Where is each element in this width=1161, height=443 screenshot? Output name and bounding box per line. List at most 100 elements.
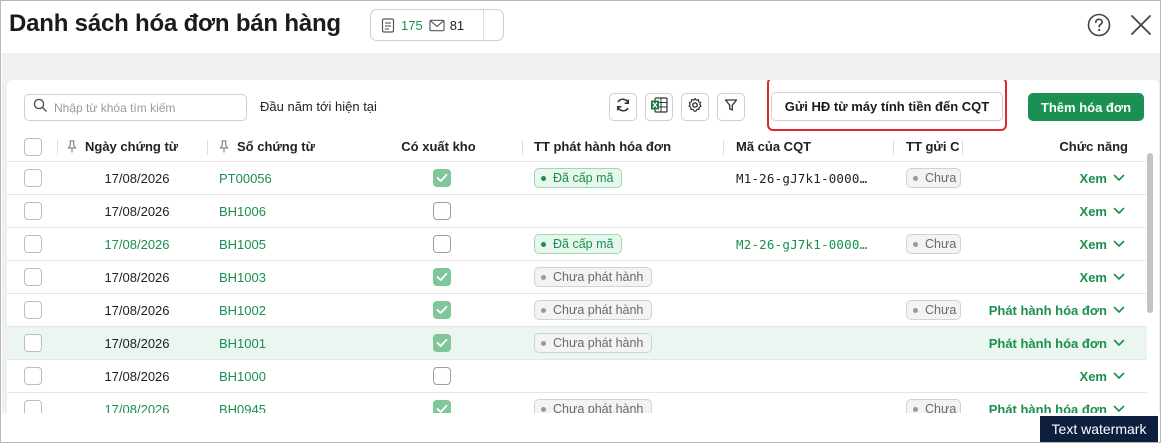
cell-number[interactable]: BH1002 (219, 294, 266, 326)
row-checkbox[interactable] (24, 400, 42, 413)
scrollbar-thumb[interactable] (1147, 153, 1153, 313)
cell-export (367, 327, 517, 359)
pin-icon[interactable] (67, 140, 77, 153)
cell-date: 17/08/2026 (104, 170, 170, 186)
row-action-link[interactable]: Xem (967, 228, 1107, 260)
cell-date: 17/08/2026 (104, 236, 170, 252)
invoice-counter[interactable]: 175 81 (370, 9, 504, 41)
period-filter[interactable]: Đầu năm tới hiện tại (260, 99, 377, 114)
row-action-link[interactable]: Phát hành hóa đơn (967, 327, 1107, 359)
cell-send-status: Chưa (906, 393, 962, 413)
chevron-down-icon[interactable] (1113, 228, 1125, 260)
cell-number[interactable]: BH1001 (219, 327, 266, 359)
excel-export-button[interactable] (645, 93, 673, 121)
chevron-down-icon[interactable] (1113, 162, 1125, 194)
table-row[interactable]: 17/08/2026 BH1000 Xem (7, 360, 1147, 393)
row-checkbox-cell[interactable] (24, 261, 42, 293)
refresh-button[interactable] (609, 93, 637, 121)
row-checkbox-cell[interactable] (24, 294, 42, 326)
column-divider (207, 140, 208, 155)
help-icon[interactable] (1087, 13, 1111, 37)
row-checkbox[interactable] (24, 367, 42, 385)
export-unchecked-checkbox (433, 235, 451, 253)
cell-export (367, 360, 517, 392)
column-header-tax-code[interactable]: Mã của CQT (736, 132, 811, 161)
select-all-checkbox[interactable] (24, 137, 42, 156)
row-checkbox-cell[interactable] (24, 393, 42, 413)
chevron-down-icon[interactable] (1113, 327, 1125, 359)
status-dot (541, 274, 546, 280)
invoice-list-window: Danh sách hóa đơn bán hàng 175 81 Đầu nă… (0, 0, 1161, 443)
cell-date: 17/08/2026 (104, 203, 170, 219)
cell-tax-code: M2-26-gJ7k1-0000… (736, 236, 868, 252)
row-action-link[interactable]: Phát hành hóa đơn (967, 393, 1107, 414)
close-icon[interactable] (1128, 12, 1154, 38)
status-text: Chưa phát hành (553, 270, 644, 284)
row-action-link[interactable]: Xem (967, 261, 1107, 293)
send-status-text: Chưa (925, 303, 957, 317)
pin-icon[interactable] (219, 140, 229, 153)
send-status-badge: Chưa (906, 168, 962, 188)
cell-status: Đã cấp mã (534, 228, 623, 260)
row-checkbox[interactable] (24, 334, 42, 352)
table-row[interactable]: 17/08/2026 BH1006 Xem (7, 195, 1147, 228)
table-row[interactable]: 17/08/2026 BH1002 Chưa phát hành Chưa Phát h… (7, 294, 1147, 327)
row-checkbox-cell[interactable] (24, 360, 42, 392)
row-checkbox-cell[interactable] (24, 195, 42, 227)
row-action-link[interactable]: Phát hành hóa đơn (967, 294, 1107, 326)
cell-number[interactable]: BH1005 (219, 228, 266, 260)
cell-send-status: Chưa (906, 294, 962, 326)
cell-export (367, 195, 517, 227)
column-header-status[interactable]: TT phát hành hóa đơn (534, 132, 671, 161)
column-header-number[interactable]: Số chứng từ (219, 132, 315, 161)
search-input[interactable] (54, 100, 234, 115)
column-header-date[interactable]: Ngày chứng từ (67, 132, 178, 161)
row-action-link[interactable]: Xem (967, 195, 1107, 227)
status-text: Chưa phát hành (553, 402, 644, 413)
status-badge: Chưa phát hành (534, 399, 653, 413)
cell-number[interactable]: PT00056 (219, 162, 272, 194)
row-checkbox-cell[interactable] (24, 228, 42, 260)
cell-export (367, 393, 517, 413)
search-box[interactable] (24, 94, 247, 121)
table-row[interactable]: 17/08/2026 BH1003 Chưa phát hành Xem (7, 261, 1147, 294)
cell-number[interactable]: BH1000 (219, 360, 266, 392)
row-action-link[interactable]: Xem (967, 360, 1107, 392)
cell-number[interactable]: BH1003 (219, 261, 266, 293)
table-row[interactable]: 17/08/2026 BH1005 Đã cấp mã M2-26-gJ7k1-000… (7, 228, 1147, 261)
counter-divider (483, 10, 503, 40)
column-header-send-status[interactable]: TT gửi C (906, 132, 962, 161)
row-checkbox[interactable] (24, 169, 42, 187)
cell-export (367, 162, 517, 194)
cell-number[interactable]: BH0945 (219, 393, 266, 414)
filter-button[interactable] (717, 93, 745, 121)
chevron-down-icon[interactable] (1113, 360, 1125, 392)
chevron-down-icon[interactable] (1113, 261, 1125, 293)
add-invoice-button[interactable]: Thêm hóa đơn (1028, 93, 1144, 121)
row-action-link[interactable]: Xem (967, 162, 1107, 194)
chevron-down-icon[interactable] (1113, 393, 1125, 413)
row-checkbox[interactable] (24, 202, 42, 220)
column-header-actions: Chức năng (1059, 139, 1128, 154)
chevron-down-icon[interactable] (1113, 294, 1125, 326)
export-unchecked-checkbox (433, 202, 451, 220)
cell-date: 17/08/2026 (104, 302, 170, 318)
row-checkbox[interactable] (24, 235, 42, 253)
row-checkbox[interactable] (24, 268, 42, 286)
table-row[interactable]: 17/08/2026 PT00056 Đã cấp mã M1-26-gJ7k1-00… (7, 162, 1147, 195)
status-badge: Đã cấp mã (534, 168, 623, 188)
row-checkbox-cell[interactable] (24, 327, 42, 359)
chevron-down-icon[interactable] (1113, 195, 1125, 227)
table-row[interactable]: 17/08/2026 BH0945 Chưa phát hành Chưa Phát h… (7, 393, 1147, 413)
cell-date: 17/08/2026 (104, 401, 170, 414)
table-row[interactable]: 17/08/2026 BH1001 Chưa phát hành Phát hành … (7, 327, 1147, 360)
select-all-checkbox-cell[interactable] (24, 132, 42, 161)
row-checkbox[interactable] (24, 301, 42, 319)
column-header-export[interactable]: Có xuất kho (367, 132, 510, 161)
cell-number[interactable]: BH1006 (219, 195, 266, 227)
row-checkbox-cell[interactable] (24, 162, 42, 194)
settings-button[interactable] (681, 93, 709, 121)
column-label: Số chứng từ (237, 139, 316, 154)
invoice-card: Đầu năm tới hiện tại Gửi HĐ từ máy tính … (7, 80, 1159, 413)
column-label: Ngày chứng từ (85, 139, 179, 154)
